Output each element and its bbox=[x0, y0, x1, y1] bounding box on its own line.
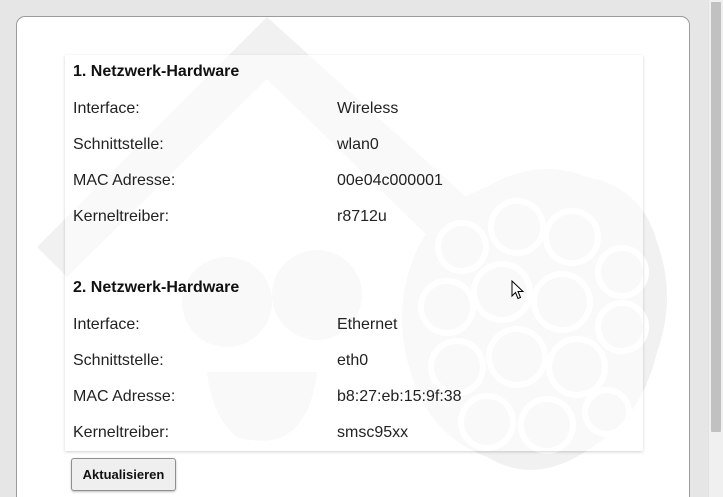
interface-value: Ethernet bbox=[337, 316, 398, 333]
kernel-driver-label: Kerneltreiber: bbox=[73, 208, 170, 225]
schnittstelle-value: eth0 bbox=[337, 352, 369, 369]
vertical-scrollbar[interactable] bbox=[708, 0, 723, 497]
mac-address-label: MAC Adresse: bbox=[73, 172, 176, 189]
interface-value: Wireless bbox=[337, 100, 399, 117]
kernel-driver-value: r8712u bbox=[337, 208, 387, 225]
mac-address-label: MAC Adresse: bbox=[73, 388, 176, 405]
content-panel: 1. Netzwerk-Hardware Interface: Wireless… bbox=[16, 16, 690, 497]
refresh-button[interactable]: Aktualisieren bbox=[71, 458, 176, 491]
mac-address-value: 00e04c000001 bbox=[337, 172, 443, 189]
interface-label: Interface: bbox=[73, 100, 140, 117]
section-title-1: 1. Netzwerk-Hardware bbox=[73, 63, 240, 80]
mouse-pointer-icon bbox=[511, 280, 525, 300]
schnittstelle-value: wlan0 bbox=[337, 136, 379, 153]
schnittstelle-label: Schnittstelle: bbox=[73, 136, 164, 153]
schnittstelle-label: Schnittstelle: bbox=[73, 352, 164, 369]
interface-label: Interface: bbox=[73, 316, 140, 333]
scrollbar-thumb[interactable] bbox=[711, 2, 721, 432]
section-title-2: 2. Netzwerk-Hardware bbox=[73, 279, 240, 296]
network-hardware-card: 1. Netzwerk-Hardware Interface: Wireless… bbox=[65, 55, 643, 451]
kernel-driver-label: Kerneltreiber: bbox=[73, 424, 170, 441]
browser-viewport: 1. Netzwerk-Hardware Interface: Wireless… bbox=[0, 0, 723, 497]
mac-address-value: b8:27:eb:15:9f:38 bbox=[337, 388, 462, 405]
kernel-driver-value: smsc95xx bbox=[337, 424, 409, 441]
